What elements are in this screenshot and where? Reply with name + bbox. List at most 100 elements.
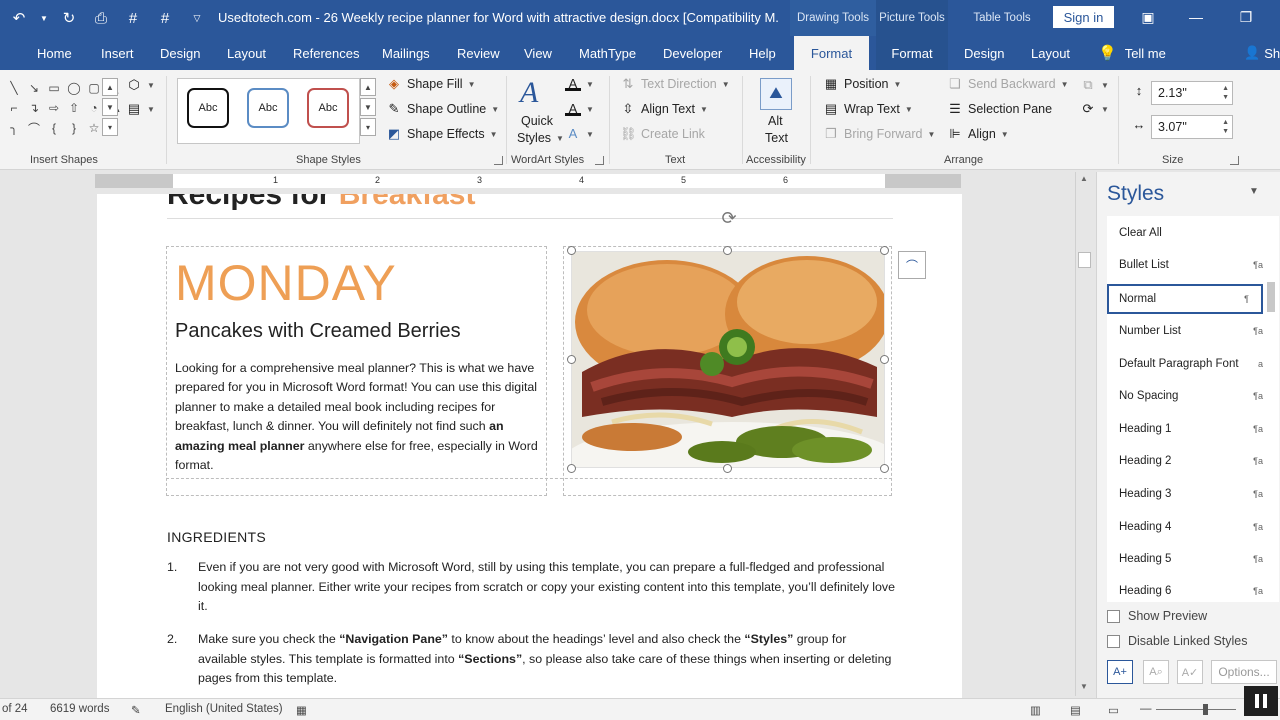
dialog-launcher-icon[interactable]	[595, 156, 604, 165]
height-input[interactable]: 2.13" ▲ ▼	[1151, 81, 1233, 105]
macro-icon[interactable]: ▦	[296, 703, 307, 717]
scroll-down-icon[interactable]: ▼	[102, 98, 118, 116]
style-item-number-list[interactable]: Number List ¶a	[1107, 316, 1275, 346]
brace-right-icon[interactable]: }	[64, 118, 84, 138]
show-preview-checkbox[interactable]: Show Preview	[1107, 609, 1207, 623]
zoom-out-icon[interactable]: —	[1140, 703, 1152, 715]
width-input[interactable]: 3.07" ▲ ▼	[1151, 115, 1233, 139]
scroll-up-icon[interactable]: ▲	[102, 78, 118, 96]
disable-linked-styles-checkbox[interactable]: Disable Linked Styles	[1107, 634, 1248, 648]
scroll-up-icon[interactable]: ▲	[360, 78, 376, 96]
proofing-icon[interactable]: ✎	[131, 703, 141, 717]
table-dropdown-icon[interactable]: #	[154, 7, 176, 29]
pause-icon[interactable]	[1244, 686, 1278, 716]
customize-qat-icon[interactable]: ▽	[186, 7, 208, 29]
resize-handle[interactable]	[723, 246, 732, 255]
arrow-right-icon[interactable]: ⇨	[44, 98, 64, 118]
new-style-icon[interactable]: A+	[1107, 660, 1133, 684]
create-link-button[interactable]: ⛓ Create Link	[620, 127, 705, 142]
print-layout-icon[interactable]: ▤	[1070, 703, 1081, 717]
star-icon[interactable]: ☆	[84, 118, 104, 138]
tab-layout-table[interactable]: Layout	[1031, 36, 1070, 70]
text-direction-button[interactable]: ⇅ Text Direction ▼	[620, 77, 730, 92]
tell-me-search[interactable]: 💡 Tell me	[1098, 36, 1166, 70]
tab-design[interactable]: Design	[160, 36, 200, 70]
style-item-clear-all[interactable]: Clear All	[1107, 218, 1275, 248]
scroll-down-icon[interactable]: ▼	[360, 98, 376, 116]
style-item-normal[interactable]: Normal ¶	[1107, 284, 1263, 314]
pane-options-icon[interactable]: ▼	[1249, 186, 1259, 197]
wrap-text-button[interactable]: ▤ Wrap Text ▼	[823, 102, 913, 117]
style-item-bullet-list[interactable]: Bullet List ¶a	[1107, 250, 1275, 280]
align-text-button[interactable]: ⇳ Align Text ▼	[620, 102, 708, 117]
brace-left-icon[interactable]: {	[44, 118, 64, 138]
position-button[interactable]: ▦ Position ▼	[823, 77, 902, 92]
text-effects-button[interactable]: A ▼	[565, 127, 594, 141]
rotate-handle-icon[interactable]: ⟳	[717, 206, 741, 230]
resize-handle[interactable]	[880, 464, 889, 473]
arc-icon[interactable]: ⌒	[24, 118, 44, 138]
tab-design-table[interactable]: Design	[964, 36, 1004, 70]
checkbox-box[interactable]	[1107, 609, 1120, 623]
callout-icon[interactable]: ◔	[84, 98, 104, 118]
scroll-up-icon[interactable]: ▲	[1080, 174, 1088, 183]
checkbox-box[interactable]	[1107, 634, 1120, 648]
language[interactable]: English (United States)	[165, 703, 283, 715]
oval-icon[interactable]: ◯	[64, 78, 84, 98]
style-inspector-icon[interactable]: A⌕	[1143, 660, 1169, 684]
curve-icon[interactable]: ╮	[4, 118, 24, 138]
resize-handle[interactable]	[880, 246, 889, 255]
web-layout-icon[interactable]: ▭	[1108, 703, 1119, 717]
selection-pane-button[interactable]: ☰ Selection Pane	[947, 102, 1052, 117]
text-fill-button[interactable]: A ▼	[565, 77, 594, 91]
ribbon-display-icon[interactable]: ▣	[1138, 8, 1158, 26]
resize-handle[interactable]	[880, 355, 889, 364]
tab-layout[interactable]: Layout	[227, 36, 266, 70]
spin-icon[interactable]: ▲ ▼	[1222, 118, 1229, 136]
tab-references[interactable]: References	[293, 36, 359, 70]
connector-icon[interactable]: ⌐	[4, 98, 24, 118]
tab-format-drawing[interactable]: Format	[794, 36, 869, 70]
line-icon[interactable]: ↘	[24, 78, 44, 98]
tab-insert[interactable]: Insert	[101, 36, 134, 70]
line-icon[interactable]: ╲	[4, 78, 24, 98]
style-item-heading-2[interactable]: Heading 2 ¶a	[1107, 446, 1275, 476]
style-item-heading-1[interactable]: Heading 1 ¶a	[1107, 414, 1275, 444]
tab-developer[interactable]: Developer	[663, 36, 722, 70]
bring-forward-button[interactable]: ❐ Bring Forward ▼	[823, 127, 935, 142]
style-item-heading-6[interactable]: Heading 6 ¶a	[1107, 576, 1275, 602]
resize-handle[interactable]	[567, 246, 576, 255]
scroll-down-icon[interactable]: ▼	[1080, 682, 1088, 691]
read-mode-icon[interactable]: ▥	[1030, 703, 1041, 717]
text-outline-button[interactable]: A ▼	[565, 102, 594, 116]
dropdown-icon[interactable]: ▼	[40, 7, 48, 29]
share-button[interactable]: 👤 Sh	[1244, 36, 1280, 70]
sign-in-button[interactable]: Sign in	[1053, 6, 1114, 28]
scroll-thumb[interactable]	[1078, 252, 1091, 268]
tab-home[interactable]: Home	[37, 36, 72, 70]
more-icon[interactable]: ▾	[360, 118, 376, 136]
page-count[interactable]: of 24	[2, 703, 28, 715]
style-item-heading-5[interactable]: Heading 5 ¶a	[1107, 544, 1275, 574]
resize-handle[interactable]	[723, 464, 732, 473]
rotate-button[interactable]: ⟳ ▼	[1080, 102, 1109, 116]
align-button[interactable]: ⊫ Align ▼	[947, 127, 1008, 142]
style-item-default-paragraph-font[interactable]: Default Paragraph Font a	[1107, 349, 1275, 379]
document-page[interactable]: Recipes for Breakfast MONDAY Pancakes wi…	[97, 194, 962, 698]
print-preview-icon[interactable]: ⎙	[90, 7, 112, 29]
spin-icon[interactable]: ▲ ▼	[1222, 84, 1229, 102]
rounded-rect-icon[interactable]: ▢	[84, 78, 104, 98]
style-item-heading-4[interactable]: Heading 4 ¶a	[1107, 512, 1275, 542]
tab-format-picture[interactable]: Format	[876, 36, 948, 70]
more-icon[interactable]: ▾	[102, 118, 118, 136]
table-icon[interactable]: #	[122, 7, 144, 29]
text-box-button[interactable]: ▤ ▼	[126, 102, 155, 116]
undo-icon[interactable]: ↶	[8, 7, 30, 29]
styles-list-scroll-thumb[interactable]	[1267, 282, 1275, 312]
shape-outline-button[interactable]: ✎ Shape Outline ▼	[386, 102, 500, 117]
vertical-scrollbar[interactable]: ▲ ▼	[1075, 172, 1093, 696]
quick-styles-label-2[interactable]: Styles ▼	[517, 131, 564, 145]
shape-style-red[interactable]: Abc	[307, 88, 349, 128]
tab-review[interactable]: Review	[457, 36, 500, 70]
zoom-slider-thumb[interactable]	[1203, 704, 1208, 715]
